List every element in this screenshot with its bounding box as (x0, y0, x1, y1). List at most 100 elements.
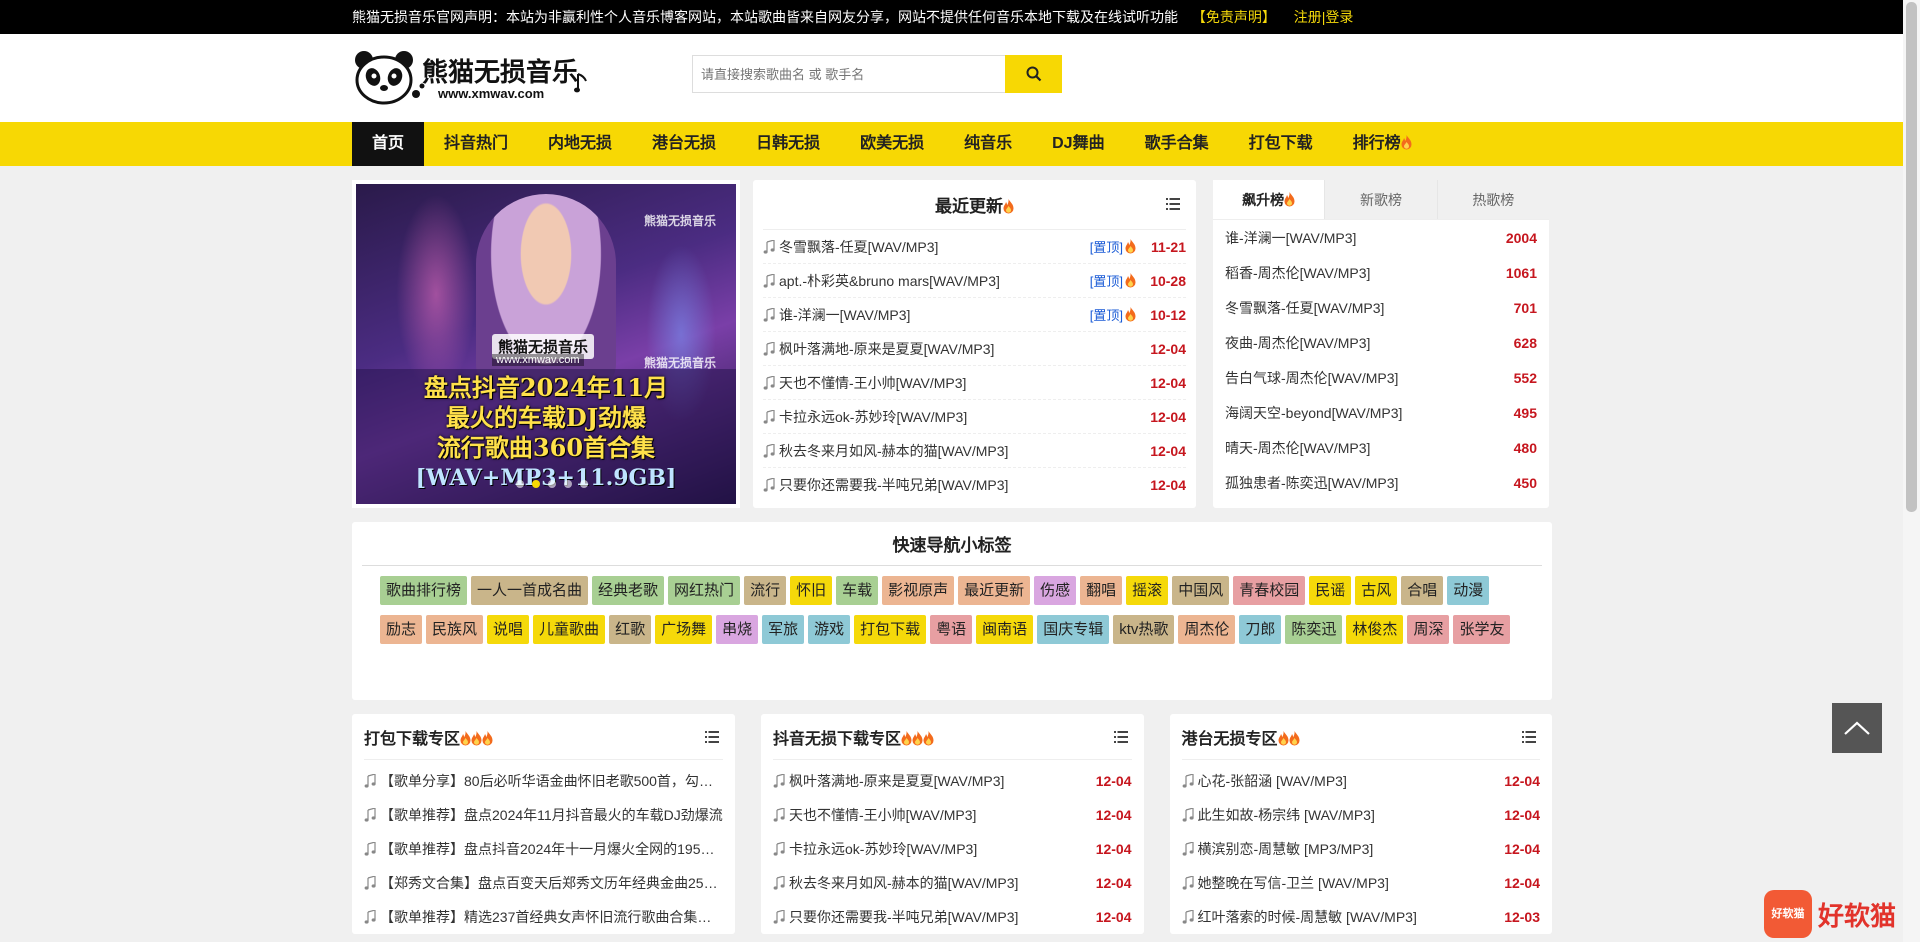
nav-tag[interactable]: 广场舞 (655, 615, 713, 644)
song-title[interactable]: 天也不懂情-王小帅[WAV/MP3] (789, 805, 1082, 825)
song-title[interactable]: 【歌单推荐】盘点抖音2024年十一月爆火全网的195首热 (380, 839, 723, 859)
search-button[interactable] (1005, 55, 1062, 93)
nav-tag[interactable]: 最近更新 (958, 576, 1031, 605)
nav-tag[interactable]: 儿童歌曲 (533, 615, 606, 644)
song-title[interactable]: 卡拉永远ok-苏妙玲[WAV/MP3] (789, 839, 1082, 859)
slider-dot[interactable] (516, 480, 524, 488)
nav-item[interactable]: 纯音乐 (944, 122, 1032, 166)
ranking-row[interactable]: 海阔天空-beyond[WAV/MP3] 495 (1225, 395, 1537, 430)
ranking-row[interactable]: 告白气球-周杰伦[WAV/MP3] 552 (1225, 360, 1537, 395)
slider-dot[interactable] (548, 480, 556, 488)
nav-tag[interactable]: 合唱 (1401, 576, 1444, 605)
section-song-row[interactable]: 【歌单推荐】盘点2024年11月抖音最火的车载DJ劲爆流 (364, 798, 723, 832)
section-song-row[interactable]: 卡拉永远ok-苏妙玲[WAV/MP3] 12-04 (773, 832, 1132, 866)
nav-tag[interactable]: 国庆专辑 (1037, 615, 1110, 644)
section-song-row[interactable]: 此生如故-杨宗纬 [WAV/MP3] 12-04 (1182, 798, 1540, 832)
song-title[interactable]: 枫叶落满地-原来是夏夏[WAV/MP3] (779, 339, 1136, 359)
section-song-row[interactable]: 秋去冬来月如风-赫本的猫[WAV/MP3] 12-04 (773, 866, 1132, 900)
nav-tag[interactable]: 经典老歌 (592, 576, 665, 605)
nav-tag[interactable]: 打包下载 (854, 615, 927, 644)
nav-tag[interactable]: 一人一首成名曲 (471, 576, 589, 605)
nav-item[interactable]: 排行榜 (1333, 122, 1432, 166)
nav-item[interactable]: 日韩无损 (736, 122, 840, 166)
nav-tag[interactable]: 动漫 (1447, 576, 1490, 605)
nav-tag[interactable]: ktv热歌 (1113, 615, 1175, 644)
ranking-tab[interactable]: 飙升榜 (1213, 180, 1325, 219)
song-title[interactable]: 【歌单分享】80后必听华语金曲怀旧老歌500首，勾起青 (380, 771, 723, 791)
song-title[interactable]: 冬雪飘落-任夏[WAV/MP3] (779, 237, 1090, 257)
ranking-row[interactable]: 晴天-周杰伦[WAV/MP3] 480 (1225, 430, 1537, 465)
nav-tag[interactable]: 励志 (380, 615, 423, 644)
latest-song-row[interactable]: 秋去冬来月如风-赫本的猫[WAV/MP3] 12-04 (763, 434, 1186, 468)
nav-item[interactable]: 打包下载 (1229, 122, 1333, 166)
song-title[interactable]: 【歌单推荐】精选237首经典女声怀旧流行歌曲合集，旋 (380, 907, 723, 927)
section-song-row[interactable]: 【歌单分享】80后必听华语金曲怀旧老歌500首，勾起青 (364, 764, 723, 798)
nav-tag[interactable]: 民族风 (426, 615, 484, 644)
nav-tag[interactable]: 红歌 (609, 615, 652, 644)
nav-item[interactable]: 歌手合集 (1125, 122, 1229, 166)
section-song-row[interactable]: 红叶落索的时候-周慧敏 [WAV/MP3] 12-03 (1182, 900, 1540, 934)
song-title[interactable]: 谁-洋澜一[WAV/MP3] (1225, 228, 1506, 248)
nav-tag[interactable]: 串烧 (716, 615, 759, 644)
nav-tag[interactable]: 林俊杰 (1346, 615, 1404, 644)
song-title[interactable]: 只要你还需要我-半吨兄弟[WAV/MP3] (789, 907, 1082, 927)
nav-tag[interactable]: 说唱 (487, 615, 530, 644)
song-title[interactable]: 枫叶落满地-原来是夏夏[WAV/MP3] (789, 771, 1082, 791)
song-title[interactable]: 晴天-周杰伦[WAV/MP3] (1225, 438, 1514, 458)
song-title[interactable]: 【歌单推荐】盘点2024年11月抖音最火的车载DJ劲爆流 (380, 805, 723, 825)
song-title[interactable]: 红叶落索的时候-周慧敏 [WAV/MP3] (1198, 907, 1491, 927)
nav-tag[interactable]: 粤语 (930, 615, 973, 644)
song-title[interactable]: 夜曲-周杰伦[WAV/MP3] (1225, 333, 1514, 353)
nav-tag[interactable]: 周深 (1407, 615, 1450, 644)
song-title[interactable]: 天也不懂情-王小帅[WAV/MP3] (779, 373, 1136, 393)
nav-item[interactable]: 港台无损 (632, 122, 736, 166)
ranking-row[interactable]: 夜曲-周杰伦[WAV/MP3] 628 (1225, 325, 1537, 360)
section-song-row[interactable]: 心花-张韶涵 [WAV/MP3] 12-04 (1182, 764, 1540, 798)
nav-item[interactable]: 内地无损 (528, 122, 632, 166)
song-title[interactable]: 只要你还需要我-半吨兄弟[WAV/MP3] (779, 475, 1136, 495)
section-title[interactable]: 抖音无损下载专区 (773, 725, 934, 749)
ranking-row[interactable]: 谁-洋澜一[WAV/MP3] 2004 (1225, 220, 1537, 255)
nav-item[interactable]: DJ舞曲 (1032, 122, 1124, 166)
section-song-row[interactable]: 她整晚在写信-卫兰 [WAV/MP3] 12-04 (1182, 866, 1540, 900)
nav-tag[interactable]: 流行 (744, 576, 787, 605)
back-to-top-button[interactable] (1832, 703, 1882, 753)
banner-image[interactable]: 熊猫无损音乐 熊猫无损音乐 熊猫无损音乐 www.xmwav.com 盘点抖音2… (356, 184, 736, 504)
ranking-row[interactable]: 孤独患者-陈奕迅[WAV/MP3] 450 (1225, 465, 1537, 500)
register-login-link[interactable]: 注册|登录 (1294, 9, 1354, 25)
nav-tag[interactable]: 影视原声 (882, 576, 955, 605)
ranking-tab[interactable]: 热歌榜 (1436, 180, 1549, 219)
section-title[interactable]: 港台无损专区 (1182, 725, 1300, 749)
section-song-row[interactable]: 只要你还需要我-半吨兄弟[WAV/MP3] 12-04 (773, 900, 1132, 934)
search-input[interactable] (692, 55, 1006, 93)
scrollbar-thumb[interactable] (1906, 2, 1917, 512)
song-title[interactable]: 海阔天空-beyond[WAV/MP3] (1225, 403, 1514, 423)
slider-dot[interactable] (532, 480, 540, 488)
song-title[interactable]: 告白气球-周杰伦[WAV/MP3] (1225, 368, 1514, 388)
nav-tag[interactable]: 刀郎 (1239, 615, 1282, 644)
ranking-row[interactable]: 冬雪飘落-任夏[WAV/MP3] 701 (1225, 290, 1537, 325)
nav-tag[interactable]: 陈奕迅 (1285, 615, 1343, 644)
section-song-row[interactable]: 【歌单推荐】精选237首经典女声怀旧流行歌曲合集，旋 (364, 900, 723, 934)
song-title[interactable]: 横滨别恋-周慧敏 [MP3/MP3] (1198, 839, 1491, 859)
section-song-row[interactable]: 天也不懂情-王小帅[WAV/MP3] 12-04 (773, 798, 1132, 832)
nav-tag[interactable]: 民谣 (1309, 576, 1352, 605)
list-icon[interactable] (1166, 198, 1180, 210)
list-icon[interactable] (1522, 731, 1536, 743)
nav-tag[interactable]: 闽南语 (976, 615, 1034, 644)
song-title[interactable]: 此生如故-杨宗纬 [WAV/MP3] (1198, 805, 1491, 825)
slider-dot[interactable] (580, 480, 588, 488)
list-icon[interactable] (705, 731, 719, 743)
disclaimer-link[interactable]: 【免责声明】 (1192, 9, 1276, 25)
song-title[interactable]: 卡拉永远ok-苏妙玲[WAV/MP3] (779, 407, 1136, 427)
nav-tag[interactable]: 周杰伦 (1178, 615, 1236, 644)
section-title[interactable]: 打包下载专区 (364, 725, 493, 749)
song-title[interactable]: apt.-朴彩英&bruno mars[WAV/MP3] (779, 271, 1090, 291)
latest-song-row[interactable]: 枫叶落满地-原来是夏夏[WAV/MP3] 12-04 (763, 332, 1186, 366)
latest-song-row[interactable]: 天也不懂情-王小帅[WAV/MP3] 12-04 (763, 366, 1186, 400)
nav-tag[interactable]: 张学友 (1453, 615, 1511, 644)
nav-tag[interactable]: 网红热门 (668, 576, 741, 605)
nav-tag[interactable]: 青春校园 (1233, 576, 1306, 605)
section-song-row[interactable]: 【歌单推荐】盘点抖音2024年十一月爆火全网的195首热 (364, 832, 723, 866)
song-title[interactable]: 心花-张韶涵 [WAV/MP3] (1198, 771, 1491, 791)
